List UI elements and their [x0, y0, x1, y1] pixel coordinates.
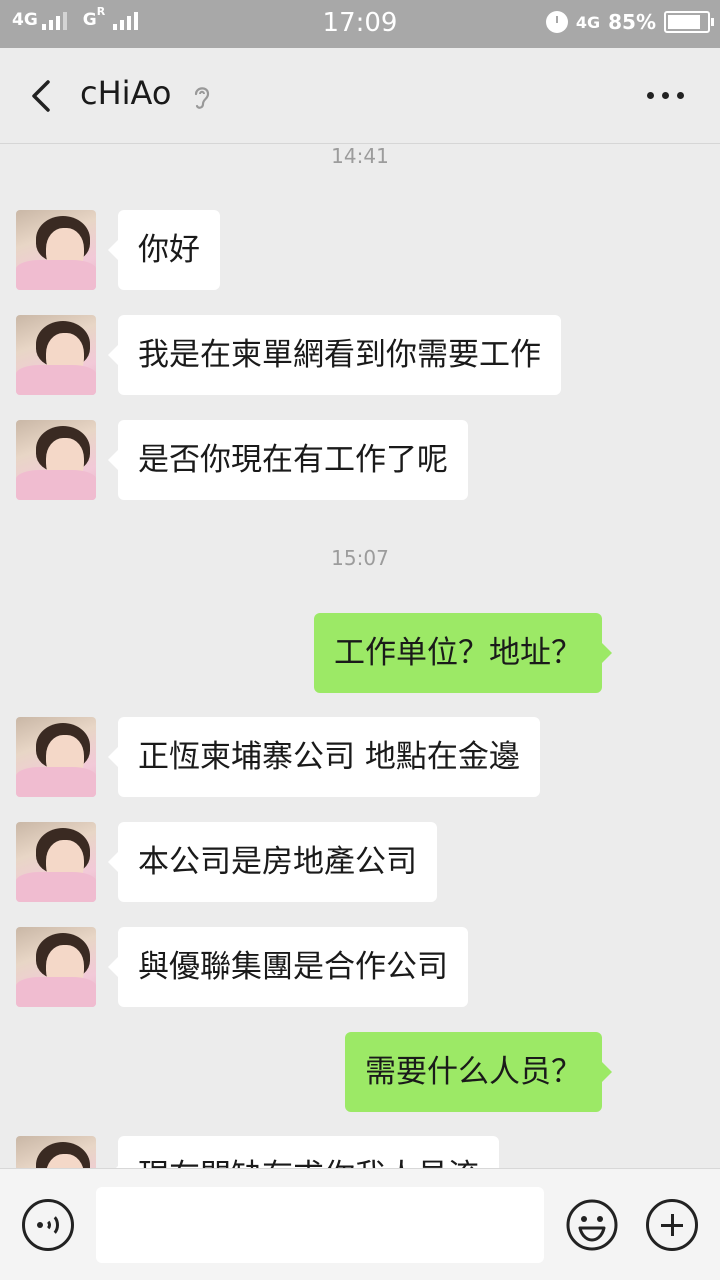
message-list[interactable]: 14:41 你好 我是在柬單網看到你需要工作 是否你現在有工作了呢 15:07 …: [0, 144, 720, 1168]
message-bubble-incoming[interactable]: 與優聯集團是合作公司: [108, 927, 468, 1007]
message-bubble-incoming[interactable]: 正恆柬埔寨公司 地點在金邊: [108, 717, 540, 797]
avatar[interactable]: [16, 927, 96, 1007]
message-bubble-incoming[interactable]: 我是在柬單網看到你需要工作: [108, 315, 561, 395]
message-bubble-outgoing[interactable]: 工作单位？地址？: [314, 613, 612, 693]
avatar[interactable]: [16, 717, 96, 797]
status-bar: 4G G R 17:09 4G 85%: [0, 0, 720, 48]
message-bubble-incoming[interactable]: 本公司是房地產公司: [108, 822, 437, 902]
avatar[interactable]: [16, 1136, 96, 1168]
add-attachment-icon[interactable]: [646, 1199, 698, 1251]
earpiece-mode-icon: [194, 87, 210, 109]
message-bubble-incoming[interactable]: 現在門缺有求你我人員流: [108, 1136, 499, 1168]
avatar[interactable]: [16, 210, 96, 290]
message-bubble-incoming[interactable]: 是否你現在有工作了呢: [108, 420, 468, 500]
alarm-icon: [545, 11, 568, 33]
avatar[interactable]: [16, 420, 96, 500]
avatar[interactable]: [16, 822, 96, 902]
chat-header: cHiAo: [0, 48, 720, 144]
message-bubble-incoming[interactable]: 你好: [108, 210, 220, 290]
network-type-3: 4G: [575, 12, 601, 32]
battery-fill: [668, 15, 701, 29]
contact-name: cHiAo: [80, 74, 172, 112]
emoji-icon[interactable]: [566, 1199, 618, 1251]
avatar[interactable]: [16, 315, 96, 395]
input-bar: [0, 1168, 720, 1280]
more-options-button[interactable]: [647, 92, 684, 99]
timestamp: 15:07: [331, 546, 389, 570]
voice-input-icon[interactable]: [22, 1199, 74, 1251]
message-bubble-outgoing[interactable]: 需要什么人员？: [345, 1032, 612, 1112]
status-right: 4G 85%: [545, 10, 714, 34]
battery-percent: 85%: [608, 10, 656, 34]
timestamp: 14:41: [331, 144, 389, 168]
back-arrow-icon[interactable]: [24, 76, 60, 116]
message-input[interactable]: [96, 1187, 544, 1263]
battery-icon: [664, 11, 714, 33]
